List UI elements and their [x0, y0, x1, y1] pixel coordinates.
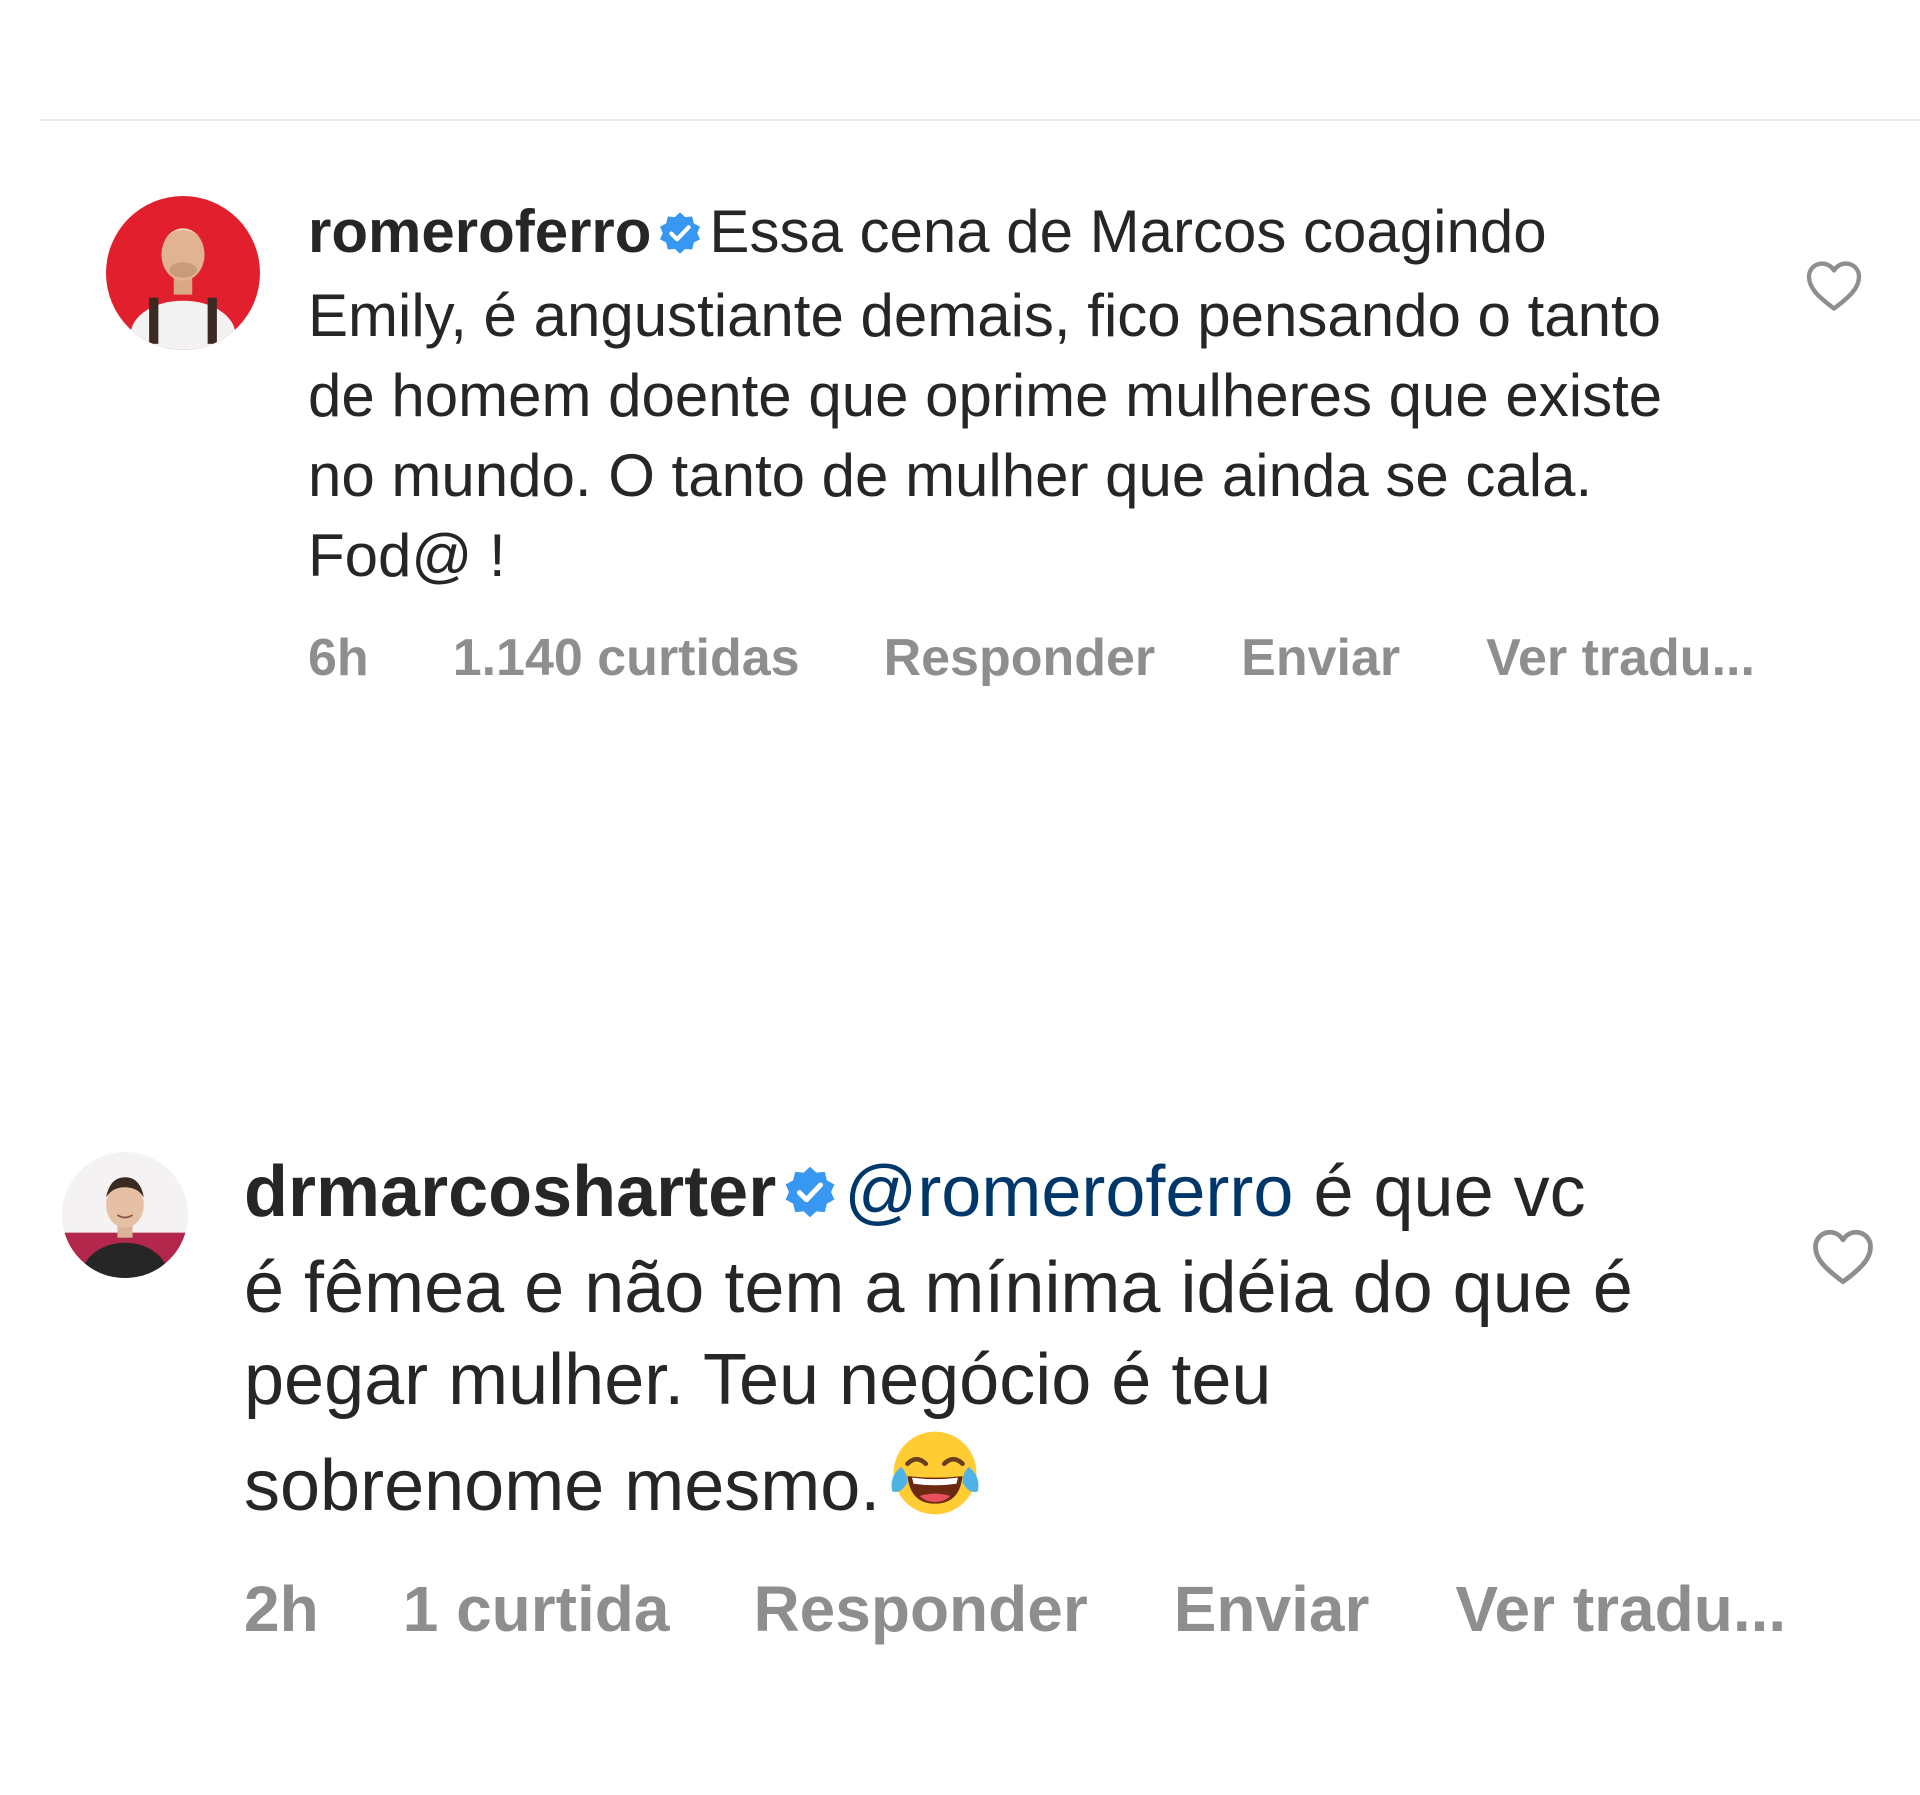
comment-time: 2h: [244, 1573, 319, 1645]
laughing-emoji-icon: [886, 1426, 984, 1542]
translate-button[interactable]: Ver tradu...: [1455, 1572, 1786, 1646]
comment-meta: 2h 1 curtida Responder Enviar Ver tradu.…: [244, 1572, 1786, 1646]
top-divider: [40, 119, 1920, 121]
heart-icon[interactable]: [1810, 1226, 1876, 1288]
comment-username[interactable]: romeroferro: [308, 198, 651, 265]
mention-link[interactable]: @romeroferro: [844, 1152, 1293, 1232]
comment-body: romeroferro Essa cena de Marcos coagindo …: [308, 192, 1708, 596]
send-button[interactable]: Enviar: [1174, 1572, 1370, 1646]
comment-meta: 6h 1.140 curtidas Responder Enviar Ver t…: [308, 628, 1755, 688]
likes-count[interactable]: 1 curtida: [403, 1572, 670, 1646]
send-button[interactable]: Enviar: [1241, 628, 1400, 688]
reply-button[interactable]: Responder: [753, 1572, 1087, 1646]
comment-body: drmarcosharter @romeroferro é que vc é fê…: [244, 1146, 1644, 1542]
likes-count[interactable]: 1.140 curtidas: [453, 628, 800, 688]
verified-badge-icon: [657, 196, 703, 276]
comment-time: 6h: [308, 629, 369, 687]
avatar[interactable]: [106, 196, 260, 350]
avatar[interactable]: [62, 1152, 188, 1278]
comment-username[interactable]: drmarcosharter: [244, 1152, 776, 1232]
avatar-image: [106, 196, 260, 350]
translate-button[interactable]: Ver tradu...: [1486, 628, 1755, 688]
heart-icon[interactable]: [1804, 258, 1864, 314]
verified-badge-icon: [782, 1150, 838, 1242]
avatar-image: [62, 1152, 188, 1278]
reply-button[interactable]: Responder: [884, 628, 1156, 688]
